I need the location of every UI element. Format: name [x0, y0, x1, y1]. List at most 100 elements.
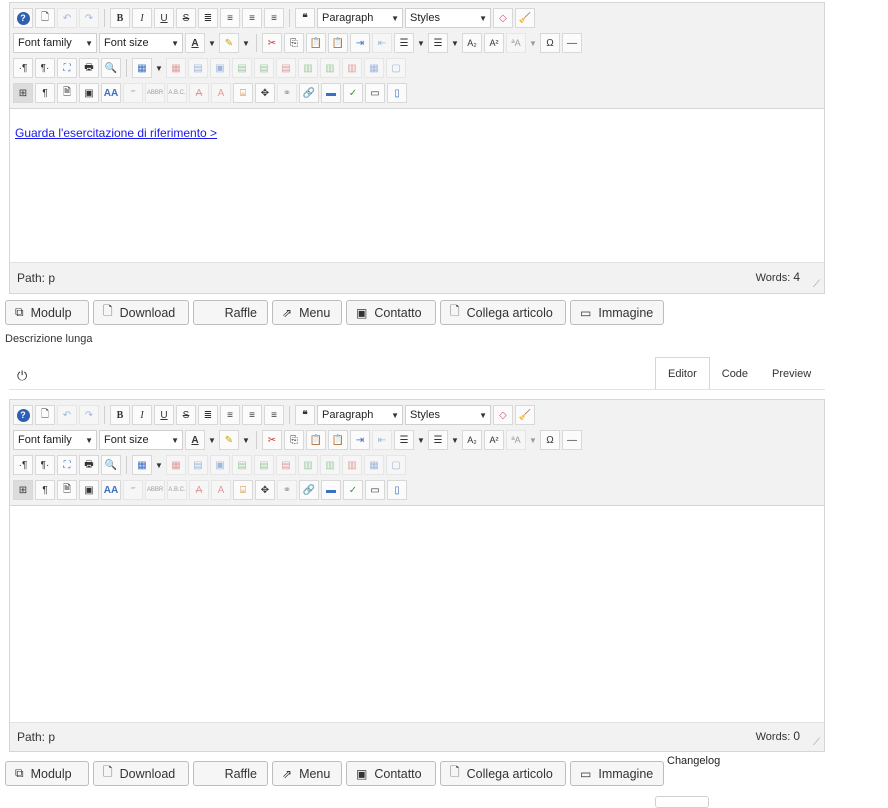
highlight-color-icon[interactable]: ✎ — [219, 33, 239, 53]
delete-row-icon[interactable]: ▤ — [276, 58, 296, 78]
paste-icon[interactable]: 📋 — [306, 430, 326, 450]
collega-articolo-button[interactable]: 🗋 Collega articolo — [440, 761, 566, 786]
align-center-icon[interactable]: ≡ — [220, 405, 240, 425]
superscript-icon[interactable]: A² — [484, 430, 504, 450]
tab-editor[interactable]: Editor — [655, 357, 710, 390]
download-button[interactable]: 🗋 Download — [93, 761, 189, 786]
redo-icon[interactable]: ↷ — [79, 8, 99, 28]
delete-row-icon[interactable]: ▤ — [276, 455, 296, 475]
align-justify-icon[interactable]: ≣ — [198, 8, 218, 28]
chevron-down-icon[interactable]: ▼ — [528, 430, 538, 450]
split-cells-icon[interactable]: ▢ — [386, 58, 406, 78]
indent-icon[interactable]: ⇥ — [350, 430, 370, 450]
bullet-list-icon[interactable]: ☰ — [428, 33, 448, 53]
contatto-button[interactable]: ▣ Contatto — [346, 300, 436, 325]
blockquote-icon[interactable]: ❝ — [295, 405, 315, 425]
font-case-icon[interactable]: ªA — [506, 33, 526, 53]
insert-row-after-icon[interactable]: ▤ — [254, 58, 274, 78]
link-icon[interactable]: 🔗 — [299, 480, 319, 500]
styles-select[interactable]: Styles ▼ — [405, 8, 491, 28]
delete-col-icon[interactable]: ▥ — [342, 455, 362, 475]
horizontal-rule-icon[interactable]: — — [562, 430, 582, 450]
editor-1-content[interactable]: Guarda l'esercitazione di riferimento > — [10, 109, 824, 262]
menu-button[interactable]: ⇗ Menu — [272, 761, 342, 786]
numbered-list-icon[interactable]: ☰ — [394, 33, 414, 53]
unlink-icon[interactable]: ⚭ — [277, 480, 297, 500]
link-icon[interactable]: 🔗 — [299, 83, 319, 103]
paste-text-icon[interactable]: 📋 — [328, 430, 348, 450]
font-size-select[interactable]: Font size ▼ — [99, 430, 183, 450]
download-button[interactable]: 🗋 Download — [93, 300, 189, 325]
pagebreak-icon[interactable]: ▭ — [365, 480, 385, 500]
power-icon[interactable]: ⏻ — [17, 368, 27, 384]
media-icon[interactable]: ▣ — [79, 480, 99, 500]
help-icon[interactable]: ? — [13, 405, 33, 425]
subscript-icon[interactable]: A₂ — [462, 33, 482, 53]
indent-icon[interactable]: ⇥ — [350, 33, 370, 53]
new-document-icon[interactable]: 🗋 — [35, 405, 55, 425]
paste-icon[interactable]: 📋 — [306, 33, 326, 53]
delete-table-icon[interactable]: ▦ — [166, 455, 186, 475]
chevron-down-icon[interactable]: ▼ — [154, 58, 164, 78]
cut-icon[interactable]: ✂ — [262, 33, 282, 53]
cut-icon[interactable]: ✂ — [262, 430, 282, 450]
tab-preview[interactable]: Preview — [760, 357, 823, 390]
eraser-icon[interactable]: ◇ — [493, 8, 513, 28]
cite-icon[interactable]: “” — [123, 480, 143, 500]
underline-icon[interactable]: U — [154, 405, 174, 425]
cleanup-broom-icon[interactable]: 🧹 — [515, 8, 535, 28]
visual-aid-icon[interactable]: ⊞ — [13, 83, 33, 103]
abbr-icon[interactable]: ABBR — [145, 480, 165, 500]
highlight-color-icon[interactable]: ✎ — [219, 430, 239, 450]
fullscreen-icon[interactable]: ⛶ — [57, 455, 77, 475]
undo-icon[interactable]: ↶ — [57, 405, 77, 425]
media-icon[interactable]: ▣ — [79, 83, 99, 103]
menu-button[interactable]: ⇗ Menu — [272, 300, 342, 325]
modulp-button[interactable]: ⧉ Modulp — [5, 761, 89, 786]
editor-2-content[interactable] — [10, 506, 824, 722]
align-right-icon[interactable]: ≡ — [264, 8, 284, 28]
new-document-icon[interactable]: 🗋 — [35, 8, 55, 28]
bullet-list-icon[interactable]: ☰ — [428, 430, 448, 450]
numbered-list-icon[interactable]: ☰ — [394, 430, 414, 450]
abbr-icon[interactable]: ABBR — [145, 83, 165, 103]
move-layer-icon[interactable]: ✥ — [255, 480, 275, 500]
chevron-down-icon[interactable]: ▼ — [241, 430, 251, 450]
insert-col-before-icon[interactable]: ▥ — [298, 455, 318, 475]
align-right-icon[interactable]: ≡ — [264, 405, 284, 425]
align-justify-icon[interactable]: ≣ — [198, 405, 218, 425]
chevron-down-icon[interactable]: ▼ — [416, 430, 426, 450]
merge-cells-icon[interactable]: ▦ — [364, 58, 384, 78]
format-select[interactable]: Paragraph ▼ — [317, 8, 403, 28]
raffle-button[interactable]: Raffle — [193, 761, 268, 786]
chevron-down-icon[interactable]: ▼ — [207, 33, 217, 53]
layer-icon[interactable]: ▯ — [387, 83, 407, 103]
chevron-down-icon[interactable]: ▼ — [450, 33, 460, 53]
fullscreen-icon[interactable]: ⛶ — [57, 58, 77, 78]
delete-table-icon[interactable]: ▦ — [166, 58, 186, 78]
format-select[interactable]: Paragraph ▼ — [317, 405, 403, 425]
rtl-paragraph-icon[interactable]: ¶· — [35, 455, 55, 475]
table-icon[interactable]: ▦ — [132, 455, 152, 475]
redo-icon[interactable]: ↷ — [79, 405, 99, 425]
spellcheck-icon[interactable]: ✓ — [343, 83, 363, 103]
insert-col-after-icon[interactable]: ▥ — [320, 455, 340, 475]
delete-col-icon[interactable]: ▥ — [342, 58, 362, 78]
undo-icon[interactable]: ↶ — [57, 8, 77, 28]
insert-row-after-icon[interactable]: ▤ — [254, 455, 274, 475]
unlink-icon[interactable]: ⚭ — [277, 83, 297, 103]
chevron-down-icon[interactable]: ▼ — [528, 33, 538, 53]
chevron-down-icon[interactable]: ▼ — [154, 455, 164, 475]
copy-icon[interactable]: ⎘ — [284, 430, 304, 450]
insert-row-before-icon[interactable]: ▤ — [232, 455, 252, 475]
cite-icon[interactable]: “” — [123, 83, 143, 103]
tab-code[interactable]: Code — [710, 357, 760, 390]
special-character-icon[interactable]: Ω — [540, 430, 560, 450]
search-replace-icon[interactable]: 🔍 — [101, 58, 121, 78]
changelog-field[interactable] — [655, 796, 709, 808]
blockquote-icon[interactable]: ❝ — [295, 8, 315, 28]
raffle-button[interactable]: Raffle — [193, 300, 268, 325]
resize-grip-icon[interactable]: ⟋ — [813, 279, 820, 290]
table-cell-props-icon[interactable]: ▣ — [210, 58, 230, 78]
modulp-button[interactable]: ⧉ Modulp — [5, 300, 89, 325]
